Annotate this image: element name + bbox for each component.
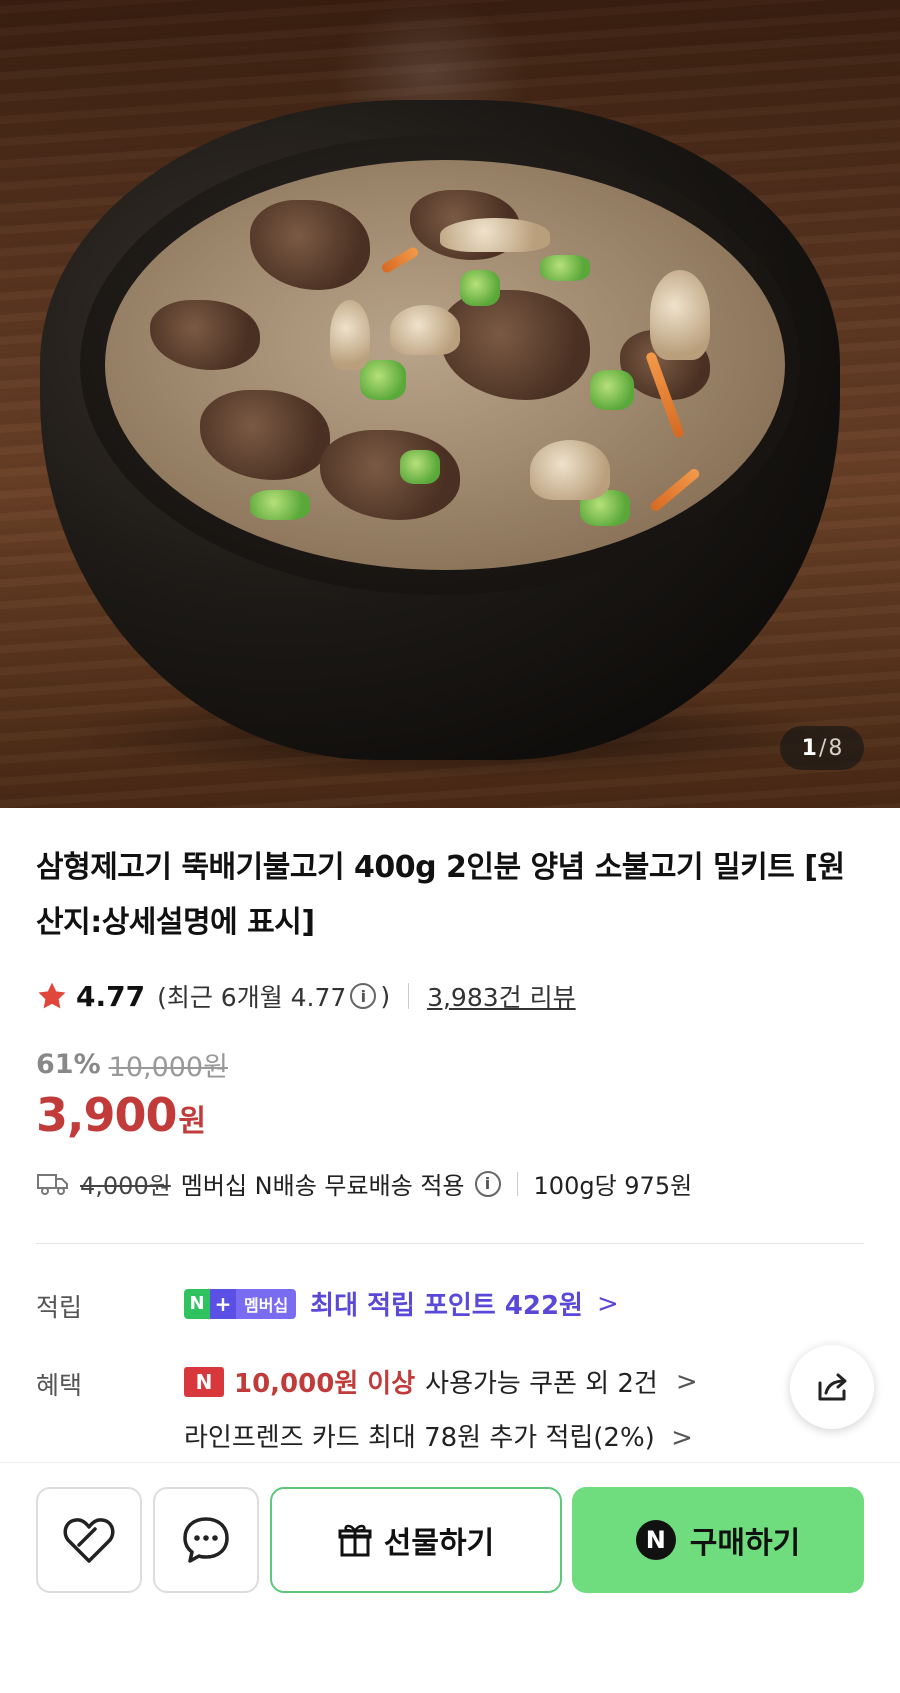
shipping-fee-strike: 4,000원 <box>80 1172 171 1200</box>
mushroom <box>390 305 460 355</box>
gift-icon <box>338 1524 372 1557</box>
green-onion <box>360 360 406 400</box>
wishlist-button[interactable] <box>36 1487 142 1593</box>
unit-price: 100g당 975원 <box>533 1172 693 1200</box>
coupon-row[interactable]: N 10,000원 이상 사용가능 쿠폰 외 2건 > <box>184 1363 698 1400</box>
green-onion <box>590 370 634 410</box>
buy-label: 구매하기 <box>689 1526 801 1561</box>
max-points-text: 최대 적립 포인트 422원 <box>310 1291 583 1321</box>
price-original-row: 61% 10,000원 <box>36 1045 228 1084</box>
naver-coupon-icon: N <box>184 1366 224 1397</box>
star-icon <box>38 982 66 1009</box>
product-image[interactable]: 1 / 8 <box>0 0 900 808</box>
sale-price: 3,900 원 <box>36 1088 206 1142</box>
mushroom <box>330 300 370 370</box>
original-price: 10,000원 <box>108 1052 228 1083</box>
chevron-right-icon: > <box>675 1366 698 1397</box>
mushroom <box>650 270 710 360</box>
review-count-link[interactable]: 3,983건 리뷰 <box>427 978 576 1014</box>
image-page-counter: 1 / 8 <box>780 726 864 770</box>
mushroom <box>440 218 550 252</box>
n-plus-membership-badge: N + 멤버십 <box>184 1288 297 1319</box>
rating-recent-close: ) <box>380 981 391 1011</box>
coupon-minimum: 10,000원 이상 <box>234 1369 416 1399</box>
counter-total: 8 <box>828 735 843 761</box>
benefits-label: 혜택 <box>36 1371 83 1400</box>
buy-button[interactable]: N 구매하기 <box>572 1487 864 1593</box>
mushroom <box>530 440 610 500</box>
sale-price-unit: 원 <box>178 1104 207 1139</box>
rating-recent: (최근 6개월 4.77 i ) <box>157 978 390 1014</box>
truck-icon <box>37 1173 68 1195</box>
chat-bubble-icon <box>183 1517 229 1563</box>
points-label: 적립 <box>36 1293 83 1322</box>
divider <box>516 1171 518 1196</box>
info-icon[interactable]: i <box>474 1170 501 1197</box>
badge-plus: + <box>210 1288 236 1319</box>
sale-price-value: 3,900 <box>36 1088 178 1142</box>
card-benefit-text: 라인프렌즈 카드 최대 78원 추가 적립(2%) <box>184 1423 655 1453</box>
heart-icon <box>63 1518 115 1563</box>
info-icon[interactable]: i <box>350 983 377 1009</box>
badge-n: N <box>184 1288 210 1319</box>
shipping-text: 멤버십 N배송 무료배송 적용 <box>180 1172 465 1200</box>
section-divider <box>36 1243 864 1244</box>
rating-recent-text: (최근 6개월 4.77 <box>157 983 347 1012</box>
discount-rate: 61% <box>36 1049 101 1080</box>
rating-score: 4.77 <box>76 979 146 1013</box>
gift-button[interactable]: 선물하기 <box>270 1487 562 1593</box>
divider <box>408 983 410 1009</box>
coupon-text: 사용가능 쿠폰 외 2건 <box>425 1369 658 1399</box>
talk-button[interactable] <box>153 1487 259 1593</box>
green-onion <box>400 450 440 484</box>
naver-pay-icon: N <box>635 1520 676 1560</box>
share-button[interactable] <box>790 1345 874 1429</box>
points-row[interactable]: N + 멤버십 최대 적립 포인트 422원 > <box>184 1285 619 1322</box>
rating-row: 4.77 (최근 6개월 4.77 i ) 3,983건 리뷰 <box>36 978 576 1014</box>
shipping-row: 4,000원 멤버십 N배송 무료배송 적용 i 100g당 975원 <box>36 1166 692 1201</box>
counter-separator: / <box>818 735 827 761</box>
green-onion <box>460 270 500 306</box>
badge-membership-text: 멤버십 <box>236 1288 297 1319</box>
counter-current: 1 <box>801 735 817 761</box>
chevron-right-icon: > <box>671 1423 693 1453</box>
chevron-right-icon: > <box>596 1288 619 1319</box>
card-benefit-row[interactable]: 라인프렌즈 카드 최대 78원 추가 적립(2%) > <box>184 1417 693 1454</box>
green-onion <box>540 255 590 281</box>
gift-label: 선물하기 <box>383 1526 495 1561</box>
share-icon <box>818 1373 847 1401</box>
green-onion <box>250 490 310 520</box>
product-title: 삼형제고기 뚝배기불고기 400g 2인분 양념 소불고기 밀키트 [원산지:상… <box>36 850 845 940</box>
